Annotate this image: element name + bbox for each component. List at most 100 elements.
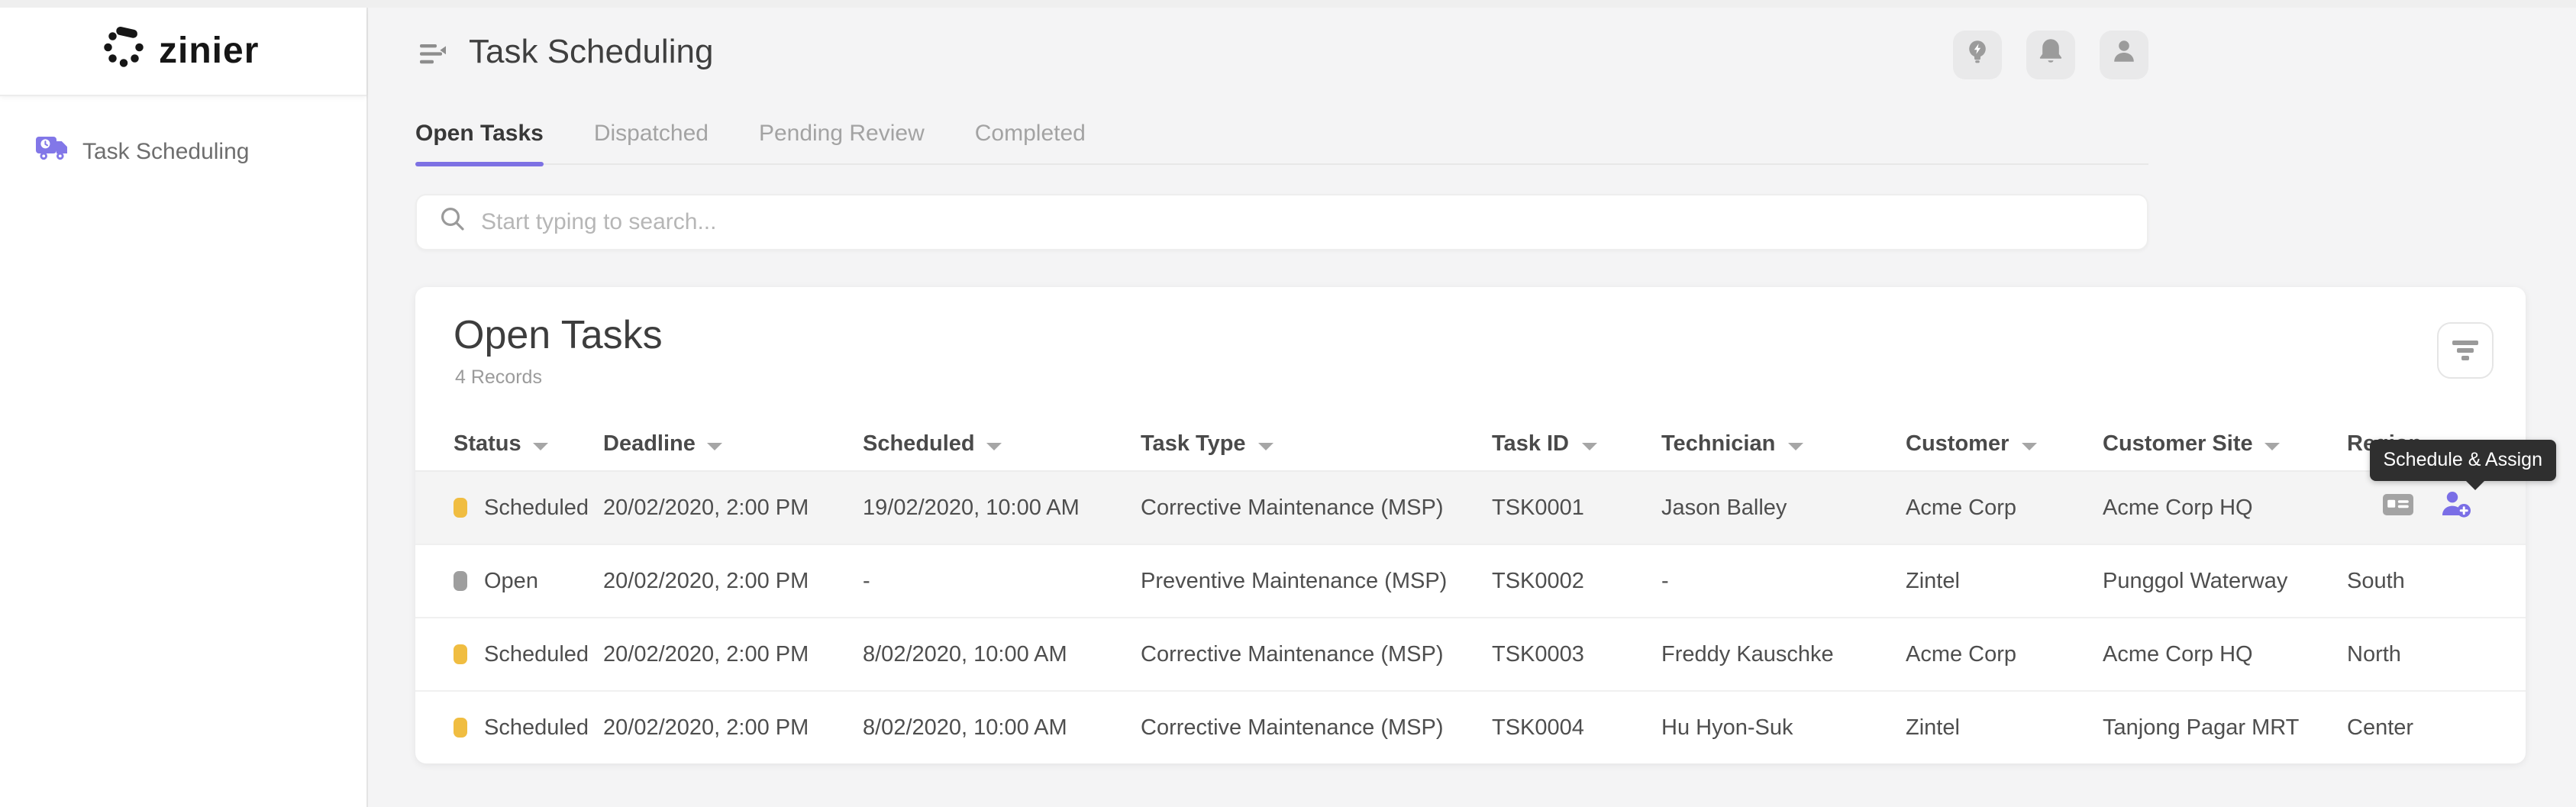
schedule-assign-person-add-button[interactable] xyxy=(2440,490,2472,525)
customer-cell: Acme Corp xyxy=(1906,495,2103,520)
menu-fold-icon[interactable] xyxy=(420,43,446,73)
status-dot xyxy=(454,718,467,738)
task-id-cell: TSK0001 xyxy=(1492,495,1661,520)
column-header-deadline[interactable]: Deadline xyxy=(603,432,863,457)
column-header-technician[interactable]: Technician xyxy=(1661,432,1906,457)
table-row[interactable]: Scheduled 20/02/2020, 2:00 PM 19/02/2020… xyxy=(415,470,2526,544)
zinier-dots-logo-icon xyxy=(101,24,147,78)
technician-cell: - xyxy=(1661,569,1906,593)
status-dot xyxy=(454,644,467,664)
column-header-task-id[interactable]: Task ID xyxy=(1492,432,1661,457)
notifications-bell-icon xyxy=(2037,37,2064,73)
status-text: Scheduled xyxy=(484,715,589,740)
records-count: 4 Records xyxy=(455,366,542,388)
status-cell: Scheduled xyxy=(454,642,603,667)
customer-site-cell: Acme Corp HQ xyxy=(2103,495,2347,520)
search-input[interactable] xyxy=(481,209,2147,235)
window-top-strip xyxy=(0,0,2576,8)
tab-completed[interactable]: Completed xyxy=(975,108,1086,163)
sidebar: zinier Task Scheduling xyxy=(0,8,368,807)
column-header-customer[interactable]: Customer xyxy=(1906,432,2103,457)
sidebar-item-task-scheduling[interactable]: Task Scheduling xyxy=(0,133,366,169)
table-body: Scheduled 20/02/2020, 2:00 PM 19/02/2020… xyxy=(415,470,2526,763)
sort-caret-icon xyxy=(708,442,723,450)
technician-cell: Hu Hyon-Suk xyxy=(1661,715,1906,740)
sidebar-item-label: Task Scheduling xyxy=(82,138,249,164)
sort-caret-icon xyxy=(2021,442,2036,450)
deadline-cell: 20/02/2020, 2:00 PM xyxy=(603,569,863,593)
tab-pending-review[interactable]: Pending Review xyxy=(759,108,925,163)
app-root: zinier Task Scheduling xyxy=(0,0,2576,807)
customer-cell: Zintel xyxy=(1906,715,2103,740)
region-cell: Center xyxy=(2347,715,2487,740)
search-bar[interactable] xyxy=(415,194,2148,250)
main-area: Task Scheduling xyxy=(368,8,2576,807)
idea-bulb-button[interactable] xyxy=(1953,31,2002,79)
task-type-cell: Corrective Maintenance (MSP) xyxy=(1141,715,1492,740)
column-header-task-type[interactable]: Task Type xyxy=(1141,432,1492,457)
region-cell: South xyxy=(2347,569,2487,593)
open-tasks-panel: Open Tasks 4 Records Status Deadline Sch… xyxy=(415,287,2526,763)
column-header-scheduled[interactable]: Scheduled xyxy=(863,432,1141,457)
customer-site-cell: Punggol Waterway xyxy=(2103,569,2347,593)
column-header-status[interactable]: Status xyxy=(454,432,603,457)
sort-caret-icon xyxy=(1787,442,1803,450)
task-details-card-button[interactable] xyxy=(2382,492,2414,524)
task-id-cell: TSK0002 xyxy=(1492,569,1661,593)
schedule-assign-tooltip: Schedule & Assign xyxy=(2370,440,2557,481)
deadline-cell: 20/02/2020, 2:00 PM xyxy=(603,495,863,520)
region-cell: North xyxy=(2347,642,2487,667)
status-dot xyxy=(454,498,467,518)
customer-site-cell: Tanjong Pagar MRT xyxy=(2103,715,2347,740)
brand-logo[interactable]: zinier xyxy=(0,8,366,96)
top-header-bar: Task Scheduling xyxy=(368,8,2576,104)
deadline-cell: 20/02/2020, 2:00 PM xyxy=(603,642,863,667)
scheduled-cell: - xyxy=(863,569,1141,593)
page-title: Task Scheduling xyxy=(469,32,713,72)
table-row[interactable]: Scheduled 20/02/2020, 2:00 PM 8/02/2020,… xyxy=(415,617,2526,690)
task-type-cell: Corrective Maintenance (MSP) xyxy=(1141,642,1492,667)
idea-bulb-icon xyxy=(1964,37,1991,73)
status-text: Scheduled xyxy=(484,642,589,667)
scheduled-cell: 19/02/2020, 10:00 AM xyxy=(863,495,1141,520)
technician-cell: Jason Balley xyxy=(1661,495,1906,520)
table-row[interactable]: Open 20/02/2020, 2:00 PM - Preventive Ma… xyxy=(415,544,2526,617)
sort-caret-icon xyxy=(1258,442,1273,450)
scheduled-cell: 8/02/2020, 10:00 AM xyxy=(863,642,1141,667)
search-icon xyxy=(440,205,466,239)
task-id-cell: TSK0004 xyxy=(1492,715,1661,740)
tab-open-tasks[interactable]: Open Tasks xyxy=(415,108,544,163)
task-type-cell: Preventive Maintenance (MSP) xyxy=(1141,569,1492,593)
customer-cell: Acme Corp xyxy=(1906,642,2103,667)
table-header-row: Status Deadline Scheduled Task Type Task… xyxy=(415,421,2526,467)
panel-title: Open Tasks xyxy=(454,312,663,359)
deadline-cell: 20/02/2020, 2:00 PM xyxy=(603,715,863,740)
brand-name: zinier xyxy=(159,30,259,73)
header-icon-group xyxy=(1953,31,2148,79)
tab-bar: Open Tasks Dispatched Pending Review Com… xyxy=(415,108,2148,165)
customer-cell: Zintel xyxy=(1906,569,2103,593)
table-row[interactable]: Scheduled 20/02/2020, 2:00 PM 8/02/2020,… xyxy=(415,690,2526,763)
status-cell: Scheduled xyxy=(454,495,603,520)
scheduled-cell: 8/02/2020, 10:00 AM xyxy=(863,715,1141,740)
customer-site-cell: Acme Corp HQ xyxy=(2103,642,2347,667)
user-profile-icon xyxy=(2110,37,2138,73)
truck-clock-icon xyxy=(35,133,69,169)
status-dot xyxy=(454,571,467,591)
task-id-cell: TSK0003 xyxy=(1492,642,1661,667)
row-actions xyxy=(2347,490,2487,525)
status-cell: Scheduled xyxy=(454,715,603,740)
sort-caret-icon xyxy=(987,442,1002,450)
technician-cell: Freddy Kauschke xyxy=(1661,642,1906,667)
task-type-cell: Corrective Maintenance (MSP) xyxy=(1141,495,1492,520)
sort-caret-icon xyxy=(1581,442,1596,450)
filter-icon xyxy=(2452,341,2478,345)
column-header-customer-site[interactable]: Customer Site xyxy=(2103,432,2347,457)
filter-button[interactable] xyxy=(2437,322,2494,379)
status-cell: Open xyxy=(454,569,603,593)
user-profile-button[interactable] xyxy=(2100,31,2148,79)
sort-caret-icon xyxy=(2265,442,2281,450)
notifications-bell-button[interactable] xyxy=(2026,31,2075,79)
tab-dispatched[interactable]: Dispatched xyxy=(594,108,709,163)
status-text: Open xyxy=(484,569,538,593)
